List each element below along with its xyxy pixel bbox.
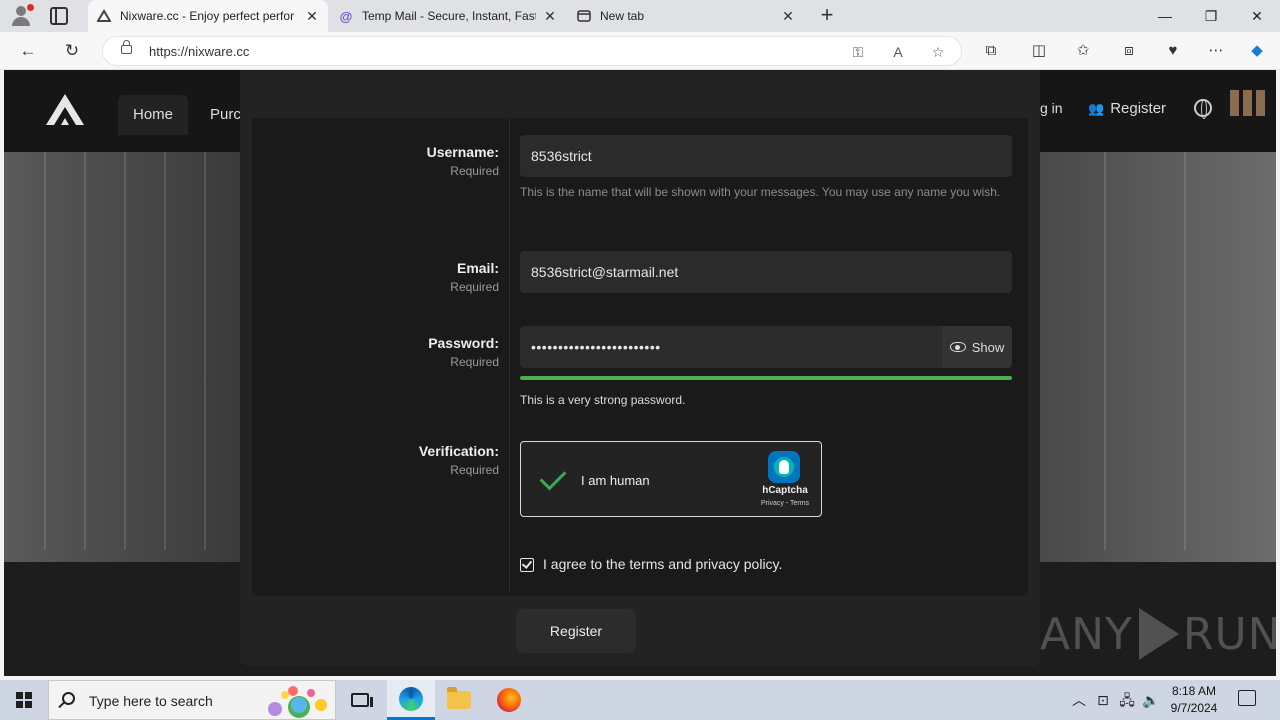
tab-nixware[interactable]: Nixware.cc - Enjoy perfect perfor ✕ (88, 0, 328, 32)
folder-icon (447, 687, 471, 709)
profile-icon[interactable] (8, 4, 34, 28)
tray-app-icon[interactable]: ⊡ (1094, 690, 1112, 710)
agree-label[interactable]: I agree to the terms and privacy policy. (543, 556, 782, 572)
watermark-right: RUN (1182, 608, 1276, 660)
extensions-icon[interactable]: ⧉ (980, 40, 1002, 62)
hcaptcha-brand: hCaptcha (762, 485, 808, 496)
nav-register[interactable]: 👥 Register (1088, 100, 1166, 117)
watermark-left: ANY (1040, 608, 1133, 660)
lock-icon (121, 40, 132, 54)
username-note: This is the name that will be shown with… (520, 185, 1001, 199)
taskbar-search-box[interactable]: Type here to search (48, 680, 336, 720)
volume-icon[interactable]: 🔈 (1142, 690, 1160, 710)
key-icon[interactable]: ⚿ (849, 44, 867, 60)
close-tab-icon[interactable]: ✕ (780, 8, 796, 24)
password-label: Password: (428, 335, 499, 351)
search-highlight-icon[interactable] (263, 683, 333, 719)
newtab-favicon-icon (576, 8, 592, 24)
decorative-bars (1230, 90, 1276, 116)
captcha-text: I am human (581, 473, 650, 488)
nav-home[interactable]: Home (118, 95, 188, 135)
agree-checkbox[interactable] (520, 558, 534, 572)
play-icon (1138, 608, 1179, 660)
nav-login[interactable]: g in (1040, 100, 1063, 116)
language-globe-icon[interactable] (1194, 99, 1212, 119)
captcha-checkmark-icon[interactable] (539, 463, 567, 491)
edge-icon (399, 686, 423, 711)
anyrun-watermark: ANY RUN (1040, 608, 1276, 660)
favorites-icon[interactable]: ✩ (1072, 40, 1094, 62)
browser-tab-strip: Nixware.cc - Enjoy perfect perfor ✕ @ Te… (0, 0, 1280, 32)
username-required-hint: Required (450, 164, 499, 178)
taskbar-clock[interactable]: 8:18 AM 9/7/2024 (1166, 683, 1222, 717)
split-screen-icon[interactable]: ◫ (1028, 40, 1050, 62)
clock-date: 9/7/2024 (1170, 701, 1218, 715)
email-label: Email: (456, 260, 499, 276)
taskbar-firefox[interactable] (485, 680, 533, 720)
tab-newtab[interactable]: New tab ✕ (568, 0, 804, 32)
add-user-icon: 👥 (1088, 100, 1105, 116)
more-menu-icon[interactable]: ⋯ (1205, 40, 1227, 62)
nav-purchase[interactable]: Purc (210, 95, 241, 135)
new-tab-button[interactable]: + (815, 4, 839, 28)
register-button[interactable]: Register (516, 609, 636, 653)
tab-title: Temp Mail - Secure, Instant, Fast (362, 9, 536, 23)
tray-overflow-chevron-icon[interactable]: ︿ (1070, 690, 1088, 710)
password-required-hint: Required (450, 355, 499, 369)
url-field[interactable]: https://nixware.cc ⚿ A ☆ (102, 36, 962, 66)
back-button[interactable]: ← (14, 38, 42, 64)
hcaptcha-links[interactable]: Privacy - Terms (751, 500, 819, 507)
taskbar-file-explorer[interactable] (435, 680, 483, 720)
task-view-button[interactable] (336, 680, 384, 720)
search-icon (62, 692, 75, 705)
email-input[interactable]: 8536strict@starmail.net (520, 251, 1012, 293)
show-password-label: Show (971, 339, 1005, 355)
password-strength-text: This is a very strong password. (520, 393, 686, 407)
copilot-icon[interactable]: ◆ (1246, 40, 1268, 62)
firefox-icon (497, 688, 521, 712)
site-logo-icon[interactable] (44, 92, 86, 126)
taskbar-edge[interactable] (387, 680, 435, 720)
start-button[interactable] (0, 680, 48, 720)
restore-button[interactable]: ❐ (1188, 0, 1234, 32)
close-tab-icon[interactable]: ✕ (304, 8, 320, 24)
username-label: Username: (426, 144, 499, 160)
email-required-hint: Required (450, 280, 499, 294)
close-tab-icon[interactable]: ✕ (542, 8, 558, 24)
browser-essentials-icon[interactable]: ♥ (1162, 40, 1184, 62)
favorite-star-icon[interactable]: ☆ (929, 44, 947, 60)
windows-logo-icon (16, 692, 32, 708)
minimize-button[interactable]: — (1142, 0, 1188, 32)
collections-icon[interactable]: ⧈ (1118, 40, 1140, 62)
tempmail-favicon-icon: @ (339, 8, 353, 24)
form-divider (509, 118, 510, 592)
taskbar-search-placeholder: Type here to search (89, 693, 213, 709)
show-password-button[interactable]: Show (942, 326, 1012, 368)
url-text: https://nixware.cc (149, 44, 250, 59)
password-input[interactable]: •••••••••••••••••••••••• (520, 326, 942, 368)
eye-icon (949, 342, 966, 352)
read-aloud-icon[interactable]: A (889, 44, 907, 60)
verification-required-hint: Required (450, 463, 499, 477)
hcaptcha-widget[interactable]: I am human hCaptcha Privacy - Terms (520, 441, 822, 517)
close-window-button[interactable]: ✕ (1234, 0, 1280, 32)
hcaptcha-logo-icon (768, 451, 800, 483)
tab-tempmail[interactable]: @ Temp Mail - Secure, Instant, Fast ✕ (330, 0, 566, 32)
nixware-favicon-icon (96, 8, 112, 24)
password-strength-bar (520, 376, 1012, 380)
task-view-icon (351, 693, 373, 707)
tab-actions-icon[interactable] (50, 7, 68, 25)
verification-label: Verification: (418, 443, 499, 459)
refresh-button[interactable]: ↻ (58, 38, 86, 64)
clock-time: 8:18 AM (1171, 684, 1217, 698)
windows-taskbar: Type here to search ︿ ⊡ 🖧 🔈 8:18 AM 9/7/… (0, 680, 1280, 720)
nav-register-label: Register (1110, 100, 1167, 117)
tab-title: New tab (600, 9, 645, 23)
username-input[interactable]: 8536strict (520, 135, 1012, 177)
tab-title: Nixware.cc - Enjoy perfect perfor (120, 9, 295, 23)
notifications-icon[interactable] (1238, 690, 1256, 706)
network-icon[interactable]: 🖧 (1118, 690, 1136, 710)
